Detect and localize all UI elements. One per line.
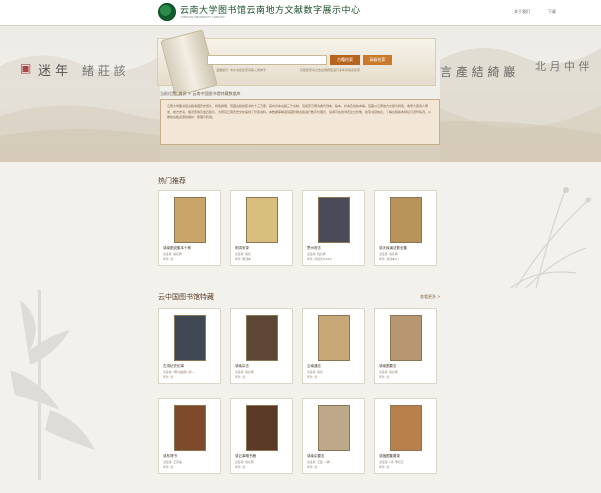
orchid-decoration-right [510, 187, 592, 289]
search-input[interactable] [207, 55, 327, 65]
book-cover-image [174, 405, 206, 451]
book-title: 云南通志 [307, 364, 321, 368]
book-cover-image [246, 197, 278, 243]
breadcrumb: 当前位置: 首页 > 云南中国图书馆特藏数据库 [160, 91, 241, 96]
book-author: 责任者: 佚名撰 [307, 252, 326, 256]
book-title: 滇南杂志 [235, 364, 249, 368]
book-card[interactable]: 古滇纪史纪事 责任者: (明)倪蜕辑 (清)... 年代: 清 [158, 308, 221, 384]
book-author: 责任者: 佚名 [235, 252, 251, 256]
book-card[interactable]: 滇南杂要志 责任者: 王廷...(撰) 年代: 清 [302, 398, 365, 474]
calligraphy-art-right-2: 北 月 中 伴 [535, 60, 590, 73]
calligraphy-art-left: 迷 年 [38, 64, 69, 79]
book-year: 年代: 清道光(1825) [307, 257, 333, 261]
book-year: 年代: 清 [235, 465, 246, 469]
book-card[interactable]: 思州府志 责任者: 佚名撰 年代: 清道光(1825) [302, 190, 365, 266]
book-author: 责任者: (清) 李培元 [379, 460, 404, 464]
header-link-download[interactable]: 下载 [548, 9, 556, 15]
book-card[interactable]: 云南通志 责任者: 佚名 年代: 清 [302, 308, 365, 384]
book-cover-image [246, 405, 278, 451]
book-cover-image [174, 197, 206, 243]
book-title: 滇天缘演法数全集 [379, 246, 407, 250]
book-year: 年代: 明刻本 [235, 257, 251, 261]
site-subtitle: YUNNAN UNIVERSITY LIBRARY [180, 15, 225, 19]
book-author: 责任者: 佚名撰 [379, 370, 398, 374]
book-author: 责任者: 佚名撰 [163, 252, 182, 256]
book-card[interactable]: 明滇安录 责任者: 佚名 年代: 明刻本 [230, 190, 293, 266]
book-title: 滇缅图集要录 [379, 454, 400, 458]
book-cover-image [318, 405, 350, 451]
book-cover-image [174, 315, 206, 361]
search-hint-right: 高级检索请点击右侧按钮进行多条件组合检索 [300, 68, 361, 72]
book-cover-image [390, 197, 422, 243]
book-title: 明滇安录 [235, 246, 249, 250]
book-title: 古滇纪史纪事 [163, 364, 184, 368]
book-year: 年代: 清 [163, 465, 174, 469]
book-year: 年代: 清刻本(1) [379, 257, 399, 261]
intro-text-box: 云南大学图书馆古籍收藏历史悠久，特色鲜明，现藏古籍线装书约十三万册，其中善本古籍… [160, 99, 440, 145]
book-year: 年代: 清 [379, 465, 390, 469]
special-section-title: 云中国图书馆特藏 [158, 293, 214, 301]
advanced-search-button[interactable]: 高级检索 [363, 55, 392, 65]
search-button[interactable]: 古籍检索 [330, 55, 360, 65]
hot-section-title: 热门推荐 [158, 177, 186, 185]
book-card[interactable]: 滇云事略书稿 责任者: 佚名撰 年代: 清 [230, 398, 293, 474]
book-author: 责任者: 王宗福 [163, 460, 182, 464]
book-card[interactable]: 滇缅图集要录 责任者: (清) 李培元 年代: 清 [374, 398, 437, 474]
book-author: 责任者: 佚名撰 [379, 252, 398, 256]
book-author: 责任者: 王廷...(撰) [307, 460, 331, 464]
book-year: 年代: 清 [379, 375, 390, 379]
university-emblem-icon [158, 3, 176, 21]
site-header: 云南大学图书馆云南地方文献数字展示中心 YUNNAN UNIVERSITY LI… [0, 0, 601, 26]
book-card[interactable]: 滇南图要志 责任者: 佚名撰 年代: 清 [374, 308, 437, 384]
book-cover-image [318, 315, 350, 361]
book-author: 责任者: 佚名撰 [235, 460, 254, 464]
book-title: 滇南杂要志 [307, 454, 325, 458]
search-hint-left: 温馨提示: 中文书名检索请输入繁体字 [216, 68, 266, 72]
bamboo-decoration-left [10, 290, 95, 480]
calligraphy-art-right: 言 產 結 綺 巖 [440, 65, 516, 79]
book-cover-image [246, 315, 278, 361]
book-cover-image [390, 315, 422, 361]
book-title: 滇南图说集本十种 [163, 246, 191, 250]
book-year: 年代: 清 [307, 465, 318, 469]
book-title: 思州府志 [307, 246, 321, 250]
calligraphy-seal-icon: ▣ [20, 61, 32, 75]
book-author: 责任者: 佚名 [307, 370, 323, 374]
book-author: 责任者: 佚名撰 [235, 370, 254, 374]
site-logo[interactable]: 云南大学图书馆云南地方文献数字展示中心 YUNNAN UNIVERSITY LI… [158, 3, 360, 23]
book-card[interactable]: 滇南杂志 责任者: 佚名撰 年代: 清 [230, 308, 293, 384]
view-more-link[interactable]: 查看更多 > [420, 294, 441, 300]
book-year: 年代: 清 [307, 375, 318, 379]
calligraphy-art-left-2: 緒 莊 該 [82, 64, 126, 78]
book-title: 滇云事略书稿 [235, 454, 256, 458]
book-cover-image [318, 197, 350, 243]
book-card[interactable]: 滇系簿书 责任者: 王宗福 年代: 清 [158, 398, 221, 474]
book-author: 责任者: (明)倪蜕辑 (清)... [163, 370, 196, 374]
book-card[interactable]: 滇南图说集本十种 责任者: 佚名撰 年代: 清 [158, 190, 221, 266]
book-year: 年代: 清 [235, 375, 246, 379]
book-year: 年代: 清 [163, 375, 174, 379]
book-title: 滇系簿书 [163, 454, 177, 458]
book-title: 滇南图要志 [379, 364, 397, 368]
header-link-about[interactable]: 关于我们 [514, 9, 530, 15]
book-card[interactable]: 滇天缘演法数全集 责任者: 佚名撰 年代: 清刻本(1) [374, 190, 437, 266]
book-year: 年代: 清 [163, 257, 174, 261]
book-cover-image [390, 405, 422, 451]
